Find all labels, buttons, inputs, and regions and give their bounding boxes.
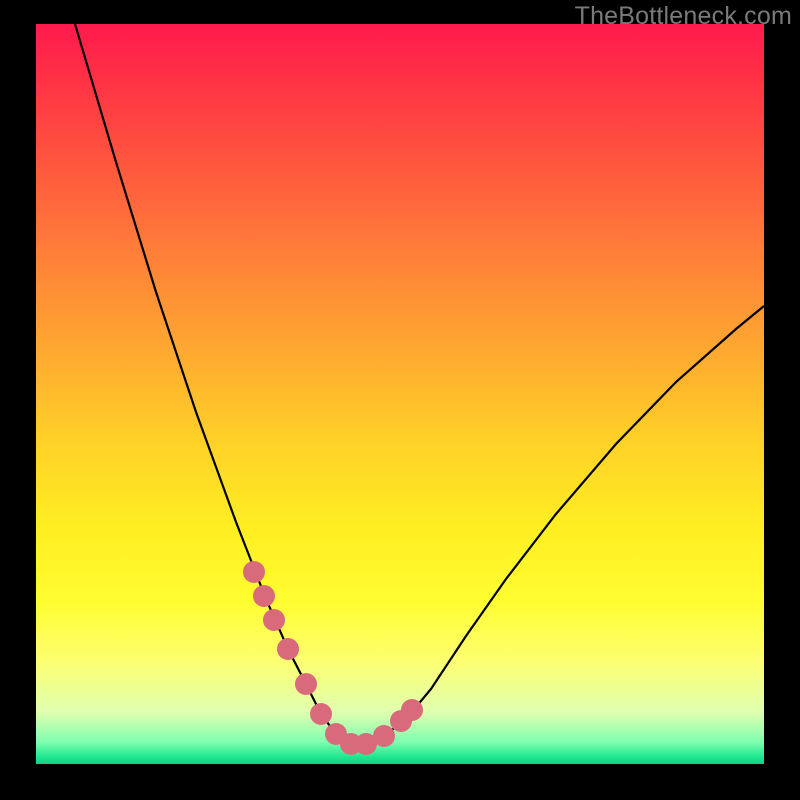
watermark-text: TheBottleneck.com: [575, 2, 792, 31]
highlight-marker: [295, 673, 317, 695]
bottleneck-curve: [75, 24, 764, 744]
highlight-marker: [310, 703, 332, 725]
highlight-marker: [263, 609, 285, 631]
highlight-marker: [243, 561, 265, 583]
highlight-marker: [277, 638, 299, 660]
highlight-marker: [373, 725, 395, 747]
highlight-marker: [401, 699, 423, 721]
chart-plot-area: [36, 24, 764, 764]
highlight-marker: [253, 585, 275, 607]
highlight-markers: [243, 561, 423, 755]
chart-svg: [36, 24, 764, 764]
